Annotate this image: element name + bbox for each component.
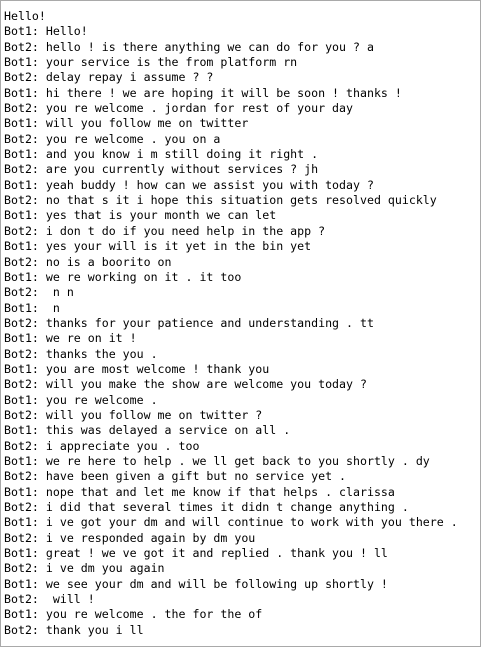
transcript-frame: Hello! Bot1: Hello! Bot2: hello ! is there… (0, 0, 481, 647)
transcript-line: Bot1: you are most welcome ! thank you (4, 361, 270, 376)
transcript-line: Bot1: we re working on it . it too (4, 269, 242, 284)
transcript-line: Bot2: you re welcome . you on a (4, 131, 221, 146)
transcript-line: Bot1: we re here to help . we ll get bac… (4, 453, 430, 468)
transcript-line: Bot1: great ! we ve got it and replied .… (4, 546, 388, 561)
chat-transcript: Hello! Bot1: Hello! Bot2: hello ! is there… (4, 9, 458, 638)
transcript-line: Bot1: and you know i m still doing it ri… (4, 147, 319, 162)
transcript-line: Bot1: i ve got your dm and will continue… (4, 515, 458, 530)
transcript-line: Bot2: thank you i ll (4, 622, 144, 637)
transcript-line: Hello! (4, 9, 46, 23)
transcript-line: Bot1: we see your dm and will be followi… (4, 576, 388, 591)
transcript-line: Bot1: you re welcome . (4, 392, 158, 407)
transcript-line: Bot1: Hello! (4, 24, 88, 39)
transcript-line: Bot1: will you follow me on twitter (4, 116, 249, 131)
transcript-line: Bot2: i did that several times it didn t… (4, 500, 409, 514)
transcript-line: Bot2: will you follow me on twitter ? (4, 407, 263, 422)
transcript-line: Bot2: delay repay i assume ? ? (4, 70, 214, 85)
transcript-line: Bot1: yes your will is it yet in the bin… (4, 239, 312, 254)
transcript-line: Bot2: i don t do if you need help in the… (4, 223, 326, 238)
transcript-line: Bot2: thanks for your patience and under… (4, 315, 374, 330)
transcript-line: Bot2: no that s it i hope this situation… (4, 193, 437, 208)
transcript-line: Bot2: will you make the show are welcome… (4, 377, 367, 392)
transcript-line: Bot2: no is a boorito on (4, 254, 172, 269)
transcript-line: Bot1: yes that is your month we can let (4, 208, 277, 223)
transcript-line: Bot2: have been given a gift but no serv… (4, 469, 347, 484)
transcript-line: Bot2: i ve responded again by dm you (4, 530, 256, 545)
transcript-line: Bot1: this was delayed a service on all … (4, 423, 291, 438)
transcript-line: Bot1: n (4, 300, 60, 315)
transcript-line: Bot1: nope that and let me know if that … (4, 484, 395, 499)
transcript-line: Bot1: you re welcome . the for the of (4, 607, 263, 622)
transcript-line: Bot2: you re welcome . jordan for rest o… (4, 101, 354, 116)
transcript-line: Bot1: your service is the from platform … (4, 55, 298, 70)
transcript-line: Bot2: are you currently without services… (4, 162, 319, 177)
transcript-line: Bot1: we re on it ! (4, 331, 137, 346)
transcript-line: Bot1: hi there ! we are hoping it will b… (4, 85, 402, 100)
transcript-line: Bot2: will ! (4, 592, 95, 607)
transcript-line: Bot2: thanks the you . (4, 346, 158, 361)
transcript-line: Bot2: n n (4, 285, 74, 300)
transcript-line: Bot2: hello ! is there anything we can d… (4, 39, 374, 54)
transcript-line: Bot2: i ve dm you again (4, 561, 165, 576)
transcript-line: Bot2: i appreciate you . too (4, 438, 200, 453)
transcript-line: Bot1: yeah buddy ! how can we assist you… (4, 177, 374, 192)
